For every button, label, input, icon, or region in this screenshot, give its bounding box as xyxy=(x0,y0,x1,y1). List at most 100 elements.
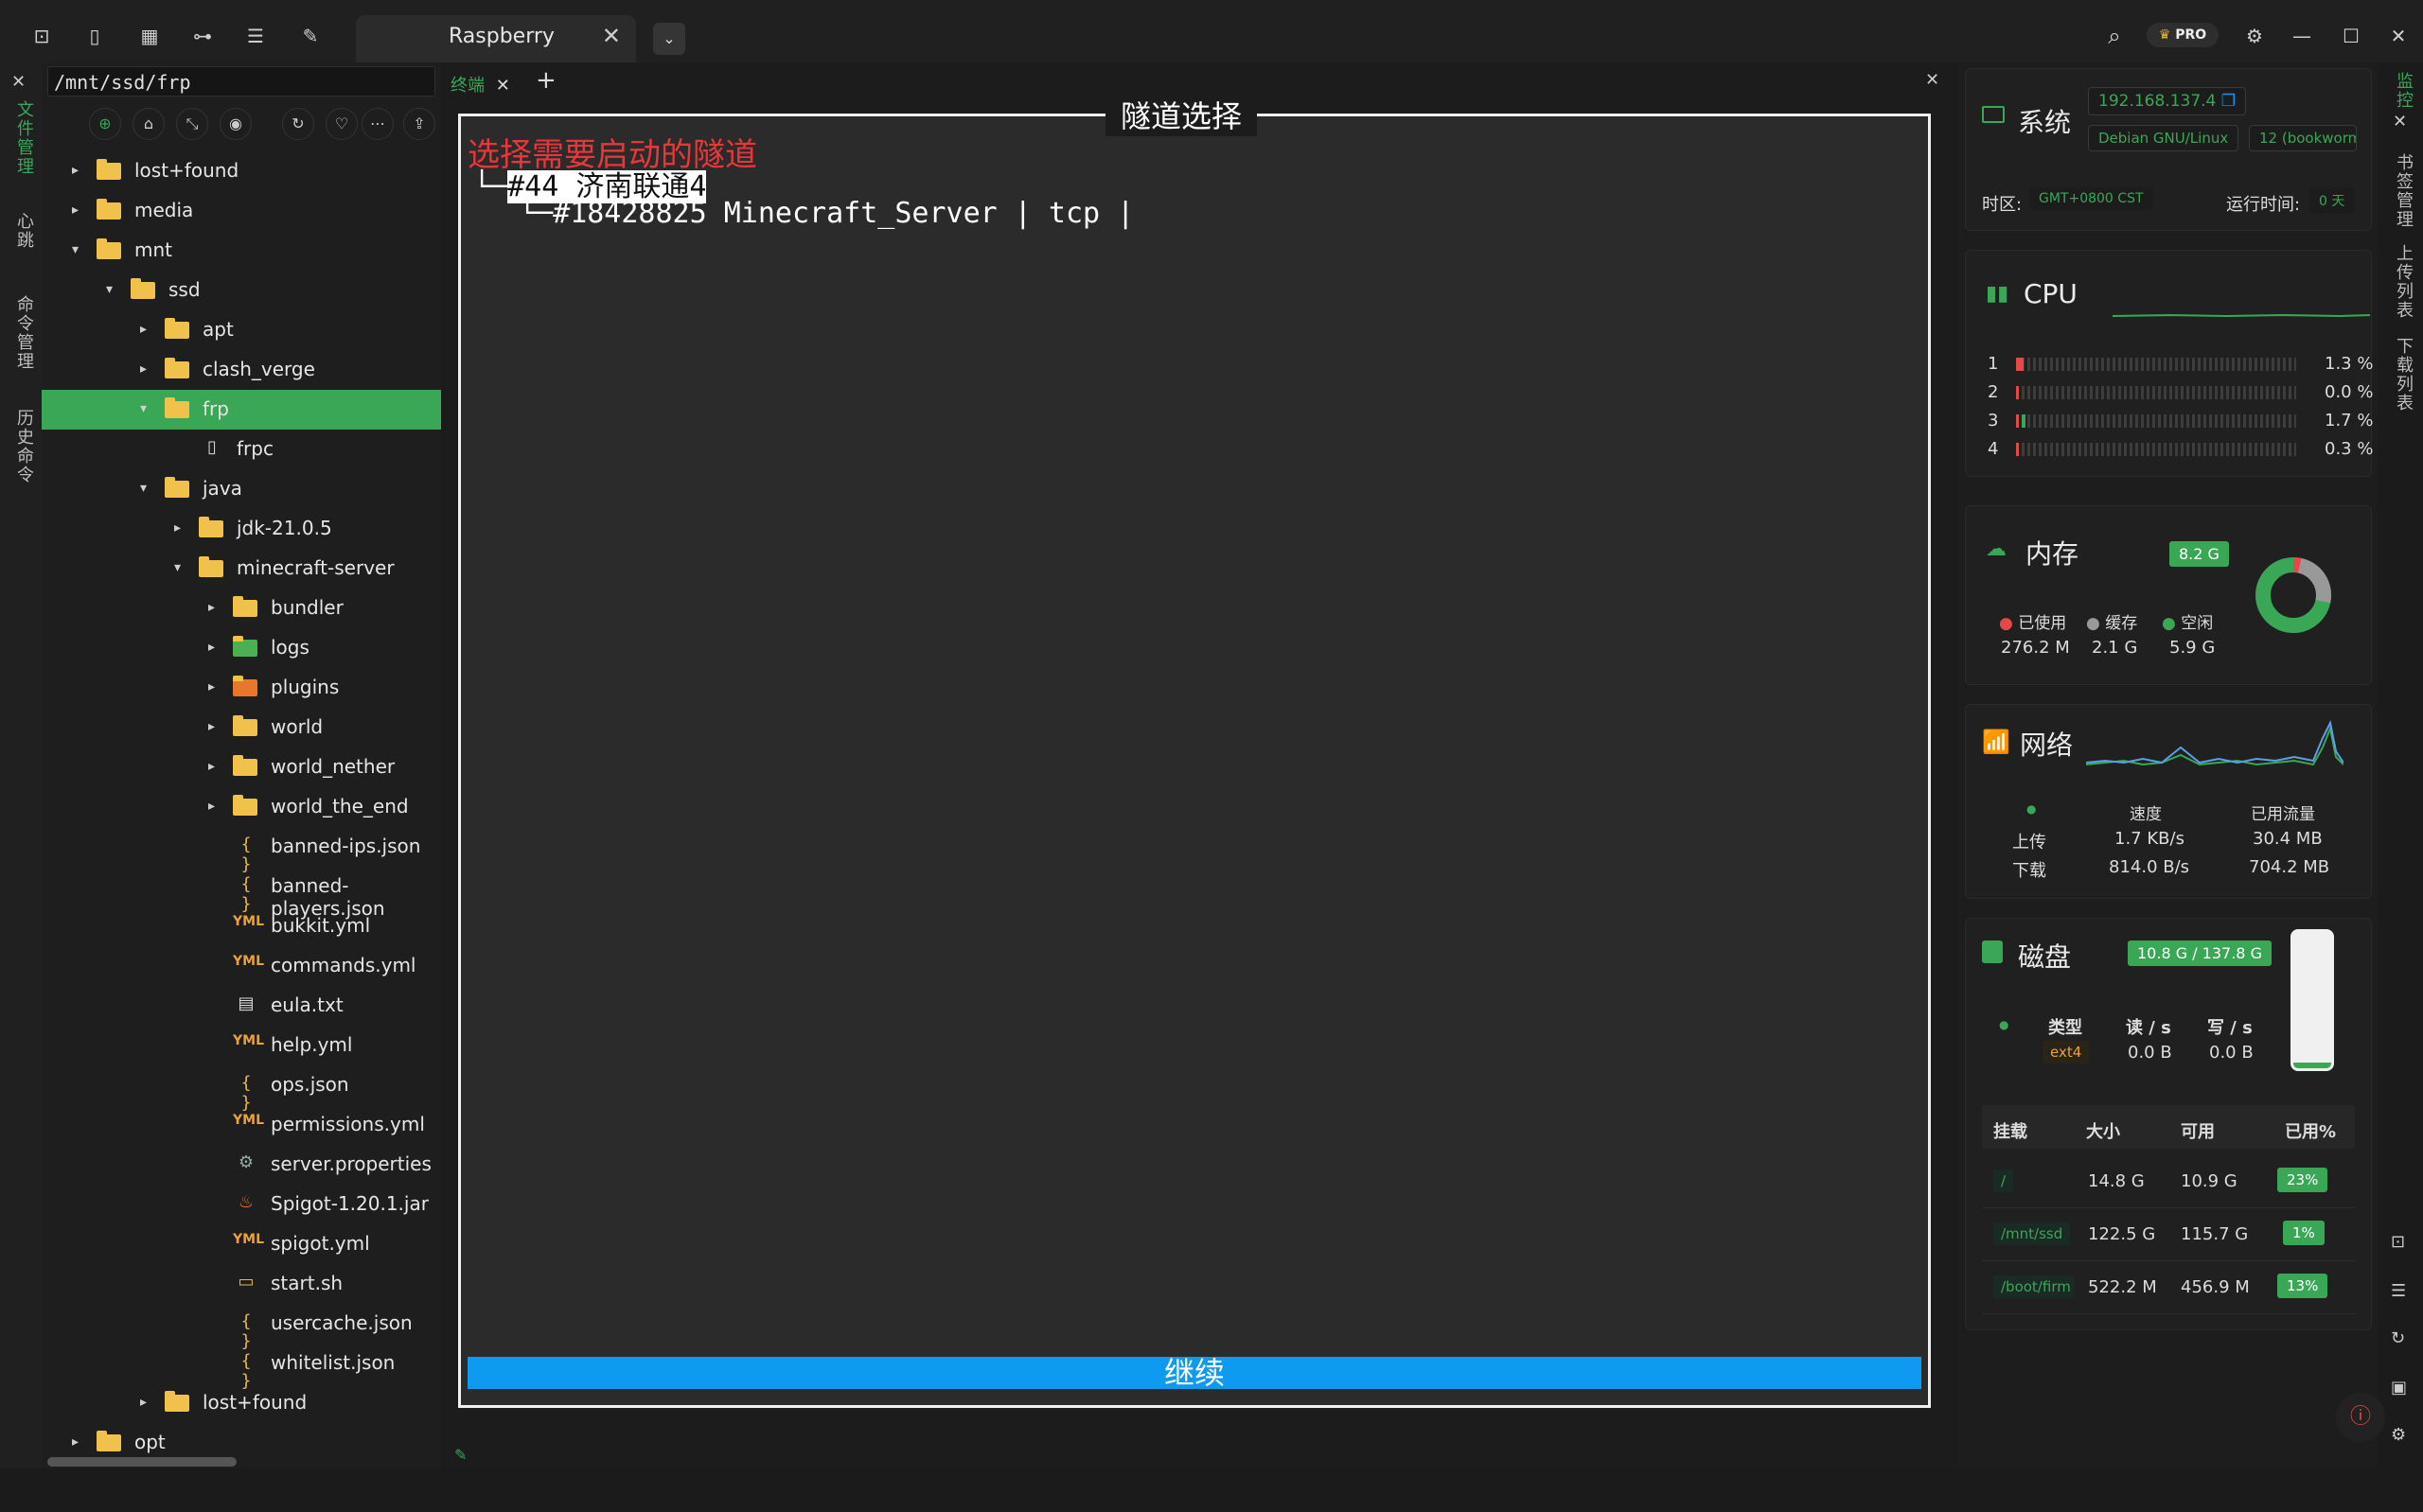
rail-item-history[interactable]: 历史命令 xyxy=(11,409,36,484)
tree-item[interactable]: ▤ eula.txt xyxy=(42,986,441,1026)
list-icon[interactable]: ☰ xyxy=(2391,1281,2406,1301)
gear-icon[interactable]: ⚙ xyxy=(2391,1425,2406,1445)
tree-item[interactable]: ▸ logs xyxy=(42,628,441,668)
tree-item[interactable]: ▸ media xyxy=(42,191,441,231)
close-icon[interactable]: ✕ xyxy=(602,23,621,49)
ip-badge[interactable]: 192.168.137.4 ❐ xyxy=(2088,87,2247,115)
tree-item[interactable]: { } banned-players.json xyxy=(42,867,441,920)
collapse-icon[interactable]: ⤡ xyxy=(176,108,208,140)
tree-item[interactable]: ▸ plugins xyxy=(42,668,441,708)
list-icon[interactable]: ☰ xyxy=(244,25,267,47)
chevron-right-icon[interactable]: ▸ xyxy=(72,1434,79,1450)
chevron-right-icon[interactable]: ▸ xyxy=(208,679,215,694)
chevron-down-icon[interactable]: ▾ xyxy=(174,560,181,575)
alert-icon[interactable]: ⓘ xyxy=(2336,1393,2385,1442)
rail-item-uploads[interactable]: 上传列表 xyxy=(2391,244,2415,320)
tree-item[interactable]: ▸ clash_verge xyxy=(42,350,441,390)
tree-item[interactable]: ▯ frpc xyxy=(42,430,441,469)
tree-item[interactable]: ▾ java xyxy=(42,469,441,509)
tree-item[interactable]: YML commands.yml xyxy=(42,946,441,986)
path-input[interactable]: /mnt/ssd/frp xyxy=(47,66,435,97)
chevron-right-icon[interactable]: ▸ xyxy=(208,640,215,655)
tree-item[interactable]: ▸ jdk-21.0.5 xyxy=(42,509,441,549)
pro-badge[interactable]: ♛ PRO xyxy=(2147,23,2219,47)
chevron-right-icon[interactable]: ▸ xyxy=(208,799,215,814)
chevron-right-icon[interactable]: ▸ xyxy=(72,202,79,218)
tab-raspberry[interactable]: Raspberry ✕ xyxy=(356,15,636,62)
home-icon[interactable]: ⌂ xyxy=(133,108,165,140)
rail-item-commands[interactable]: 命令管理 xyxy=(11,295,36,371)
add-tab-button[interactable]: + xyxy=(536,66,557,95)
close-icon[interactable]: ✕ xyxy=(1925,70,1939,90)
upload-icon[interactable]: ⇪ xyxy=(403,108,435,140)
bookmark-icon[interactable]: ▯ xyxy=(83,25,106,47)
rail-item-heartbeat[interactable]: 心跳 xyxy=(11,212,36,250)
tree-item[interactable]: ▭ start.sh xyxy=(42,1264,441,1304)
terminal-icon[interactable]: ⊡ xyxy=(30,25,53,47)
tree-item[interactable]: { } whitelist.json xyxy=(42,1344,441,1391)
chevron-down-icon[interactable]: ▾ xyxy=(140,401,147,416)
chevron-down-icon[interactable]: ▾ xyxy=(140,481,147,496)
tree-item[interactable]: ▾ frp xyxy=(42,390,441,430)
chevron-right-icon[interactable]: ▸ xyxy=(140,1395,147,1410)
tree-item[interactable]: { } ops.json xyxy=(42,1065,441,1113)
tree-item[interactable]: ▾ minecraft-server xyxy=(42,549,441,589)
chevron-right-icon[interactable]: ▸ xyxy=(140,322,147,337)
more-icon[interactable]: ⋯ xyxy=(362,108,394,140)
tree-item[interactable]: ▾ mnt xyxy=(42,231,441,271)
search-icon[interactable]: ⌕ xyxy=(2103,25,2126,47)
tree-item[interactable]: ▸ apt xyxy=(42,310,441,350)
tree-item[interactable]: YML permissions.yml xyxy=(42,1105,441,1145)
refresh-icon[interactable]: ↻ xyxy=(282,108,314,140)
wrench-icon[interactable]: ✎ xyxy=(299,25,322,47)
maximize-icon[interactable]: ☐ xyxy=(2340,25,2362,47)
tree-item[interactable]: ▸ world xyxy=(42,708,441,747)
save-icon[interactable]: ▣ xyxy=(2391,1378,2407,1398)
tree-item[interactable]: ▸ world_the_end xyxy=(42,787,441,827)
window-close-icon[interactable]: ✕ xyxy=(2387,25,2410,47)
chevron-right-icon[interactable]: ▸ xyxy=(140,361,147,377)
rail-item-downloads[interactable]: 下载列表 xyxy=(2391,337,2415,413)
tree-item[interactable]: YML help.yml xyxy=(42,1026,441,1065)
minimize-icon[interactable]: — xyxy=(2290,25,2313,47)
close-icon[interactable]: ✕ xyxy=(11,72,26,92)
refresh-icon[interactable]: ↻ xyxy=(2391,1328,2405,1348)
tree-item[interactable]: ▾ ssd xyxy=(42,271,441,310)
tree-item[interactable]: ⚙ server.properties xyxy=(42,1145,441,1185)
heart-icon[interactable]: ♡ xyxy=(326,108,358,140)
close-icon[interactable]: ✕ xyxy=(496,76,510,96)
eye-icon[interactable]: ◉ xyxy=(220,108,252,140)
tree-icon[interactable]: ⊶ xyxy=(191,25,214,47)
chevron-right-icon[interactable]: ▸ xyxy=(208,600,215,615)
chevron-down-icon[interactable]: ⌄ xyxy=(653,23,685,55)
tree-item[interactable]: ▸ lost+found xyxy=(42,151,441,191)
chevron-down-icon[interactable]: ▾ xyxy=(72,242,79,257)
tree-item[interactable]: { } usercache.json xyxy=(42,1304,441,1351)
chevron-right-icon[interactable]: ▸ xyxy=(208,719,215,734)
terminal-icon[interactable]: ⊡ xyxy=(2391,1232,2405,1252)
copy-icon[interactable]: ❐ xyxy=(2221,92,2236,111)
chevron-right-icon[interactable]: ▸ xyxy=(72,163,79,178)
layout-icon[interactable]: ▦ xyxy=(138,25,161,47)
rail-item-monitor[interactable]: 监控 xyxy=(2391,72,2415,110)
chevron-right-icon[interactable]: ▸ xyxy=(208,759,215,774)
gear-icon[interactable]: ⚙ xyxy=(2243,25,2266,47)
tree-item[interactable]: ▸ world_nether xyxy=(42,747,441,787)
pen-icon[interactable]: ✎ xyxy=(454,1446,467,1464)
tree-item[interactable]: ▸ bundler xyxy=(42,589,441,628)
rail-item-files[interactable]: 文件管理 xyxy=(11,100,36,176)
tree-item[interactable]: ▸ lost+found xyxy=(42,1383,441,1423)
horizontal-scrollbar[interactable] xyxy=(47,1457,237,1467)
continue-button[interactable]: 继续 xyxy=(468,1357,1921,1389)
chevron-down-icon[interactable]: ▾ xyxy=(106,282,113,297)
tab-terminal[interactable]: 终端 ✕ xyxy=(451,72,510,97)
chevron-right-icon[interactable]: ▸ xyxy=(174,520,181,536)
tunnel-item[interactable]: └─#18428825 Minecraft_Server | tcp | xyxy=(519,197,1134,230)
close-icon[interactable]: ✕ xyxy=(2393,112,2407,132)
tree-item[interactable]: YML spigot.yml xyxy=(42,1224,441,1264)
locate-icon[interactable]: ⊕ xyxy=(89,108,121,140)
tree-item[interactable]: { } banned-ips.json xyxy=(42,827,441,874)
tree-item[interactable]: ♨ Spigot-1.20.1.jar xyxy=(42,1185,441,1224)
rail-item-bookmarks[interactable]: 书签管理 xyxy=(2391,153,2415,229)
tree-item[interactable]: YML bukkit.yml xyxy=(42,906,441,946)
